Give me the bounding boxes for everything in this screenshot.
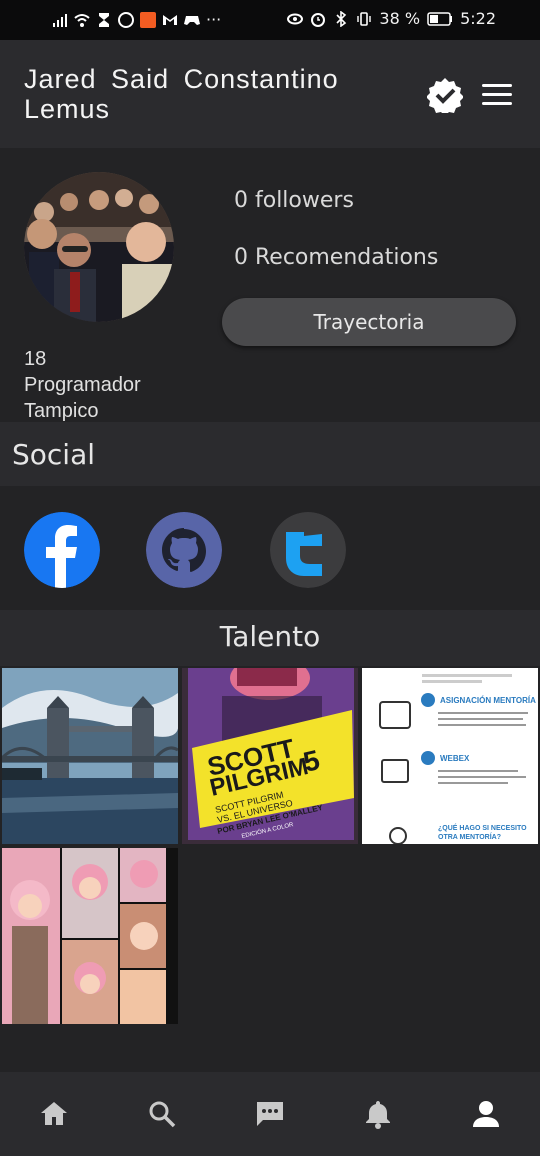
doc-question-1: ¿QUÉ HAGO SI NECESITO	[438, 823, 527, 832]
menu-icon[interactable]	[482, 84, 512, 106]
talento-title: Talento	[219, 620, 321, 653]
search-icon[interactable]	[146, 1098, 178, 1130]
followers-count[interactable]: 0 followers	[234, 188, 354, 213]
profile-section: 0 followers 0 Recomendations Trayectoria…	[0, 148, 540, 422]
gmail-icon	[163, 14, 177, 25]
app-notification-icon	[140, 11, 156, 28]
battery-percentage: 38 %	[379, 9, 421, 28]
doc-heading-2: WEBEX	[440, 754, 470, 763]
status-bar: ··· 38 % 5:22	[0, 0, 540, 40]
more-notifications: ···	[206, 10, 222, 29]
bell-icon[interactable]	[362, 1098, 394, 1130]
person-icon[interactable]	[470, 1098, 502, 1130]
home-icon[interactable]	[38, 1098, 70, 1130]
social-title: Social	[12, 438, 96, 471]
profile-occupation: Programador	[24, 374, 141, 396]
profile-age: 18	[24, 348, 47, 370]
hourglass-icon	[99, 12, 109, 27]
alarm-icon	[311, 12, 326, 27]
twitter-icon[interactable]	[270, 512, 346, 588]
talento-item-bridge[interactable]	[2, 668, 178, 844]
recommendations-count[interactable]: 0 Recomendations	[234, 245, 438, 270]
profile-name: Jared Said Constantino Lemus	[24, 64, 339, 124]
talento-header: Talento	[0, 610, 540, 666]
trayectoria-button[interactable]: Trayectoria	[222, 298, 516, 346]
verified-badge-icon[interactable]	[427, 77, 463, 113]
social-links	[0, 486, 540, 610]
github-icon[interactable]	[146, 512, 222, 588]
whatsapp-icon	[118, 11, 134, 28]
doc-question-2: OTRA MENTORÍA?	[438, 832, 501, 841]
eye-icon	[287, 13, 304, 24]
battery-icon	[427, 11, 453, 26]
avatar	[24, 172, 174, 322]
talento-item-comic[interactable]	[2, 848, 178, 1024]
signal-icon	[53, 13, 67, 27]
vibrate-icon	[357, 11, 372, 26]
profile-city: Tampico	[24, 400, 99, 422]
bluetooth-icon	[336, 10, 347, 27]
clock: 5:22	[460, 9, 496, 28]
profile-info: 18 Programador Tampico	[24, 346, 141, 424]
wifi-icon	[74, 13, 90, 27]
social-header: Social	[0, 422, 540, 486]
game-icon	[184, 15, 200, 25]
app-bar: Jared Said Constantino Lemus	[0, 40, 540, 148]
talento-item-document[interactable]: ASIGNACIÓN MENTORÍA WEBEX ¿QUÉ HAGO SI N…	[362, 668, 538, 844]
talento-item-book[interactable]: SCOTT PILGRIM 5 SCOTT PILGRIM VS. EL UNI…	[182, 668, 358, 844]
doc-heading-1: ASIGNACIÓN MENTORÍA	[440, 696, 536, 705]
chat-icon[interactable]	[254, 1098, 286, 1130]
facebook-icon[interactable]	[24, 512, 100, 588]
bottom-navigation	[0, 1072, 540, 1156]
status-icons-right: 38 % 5:22	[287, 9, 496, 28]
status-icons-left: ···	[52, 10, 221, 29]
